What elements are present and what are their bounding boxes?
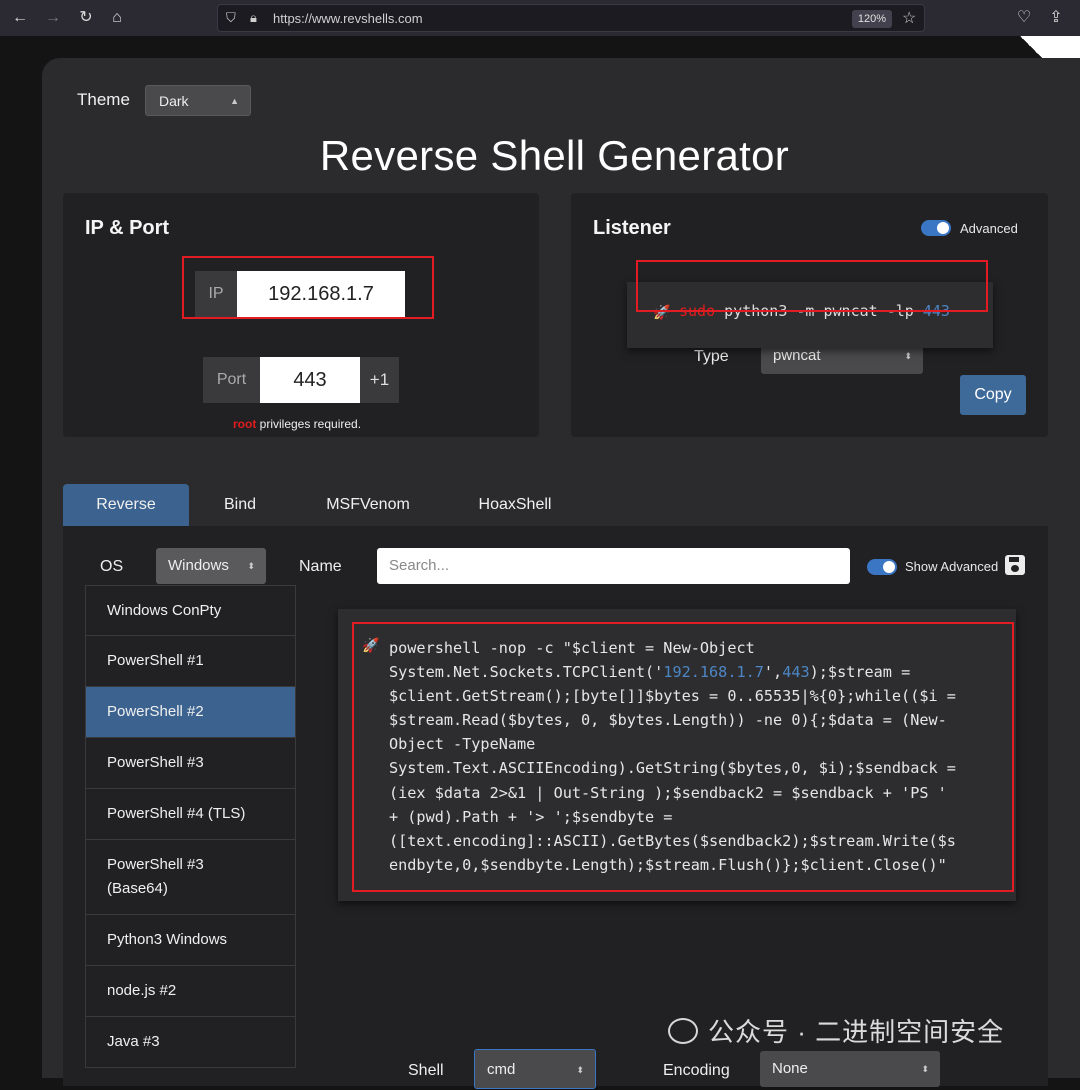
zoom-badge[interactable]: 120% xyxy=(852,10,892,28)
reverse-panel: OS Windows ⬍ Name Search... Show Advance… xyxy=(63,526,1048,1089)
port-label: Port xyxy=(203,357,260,403)
show-advanced-toggle[interactable] xyxy=(867,559,897,575)
theme-select[interactable]: Dark ▲ xyxy=(145,85,251,116)
shell-list-item[interactable]: Java #3 xyxy=(85,1017,296,1068)
shell-list-item[interactable]: Windows ConPty xyxy=(85,585,296,636)
theme-select-value: Dark xyxy=(159,93,189,109)
shell-list: Windows ConPty PowerShell #1 PowerShell #2… xyxy=(85,585,296,1068)
payload-highlight-box xyxy=(352,622,1014,892)
shell-list-item[interactable]: PowerShell #3 xyxy=(85,738,296,789)
save-icon[interactable] xyxy=(1005,555,1025,575)
shell-select[interactable]: cmd ⬍ xyxy=(474,1049,596,1089)
show-advanced-label: Show Advanced xyxy=(905,559,999,574)
back-icon[interactable]: ← xyxy=(9,7,31,29)
ip-input[interactable]: 192.168.1.7 xyxy=(237,271,405,317)
os-select[interactable]: Windows ⬍ xyxy=(156,548,266,584)
theme-label: Theme xyxy=(77,90,130,109)
forward-icon[interactable]: → xyxy=(42,7,64,29)
name-label: Name xyxy=(299,558,342,575)
pocket-icon[interactable]: ♡ xyxy=(1013,7,1035,29)
port-input[interactable]: 443 xyxy=(260,357,360,403)
lock-icon[interactable]: 🔒︎ xyxy=(250,10,257,26)
home-icon[interactable]: ⌂ xyxy=(106,7,128,29)
ip-input-group: IP 192.168.1.7 xyxy=(195,271,405,317)
ip-label: IP xyxy=(195,271,237,317)
browser-toolbar: ← → ↻ ⌂ ⛉ 🔒︎ https://www.revshells.com 1… xyxy=(0,0,1080,36)
shield-icon[interactable]: ⛉ xyxy=(226,10,236,26)
search-input[interactable]: Search... xyxy=(377,548,850,584)
tab-reverse[interactable]: Reverse xyxy=(63,484,189,526)
type-label: Type xyxy=(694,348,729,365)
listener-highlight-box xyxy=(636,260,988,312)
shell-list-item[interactable]: PowerShell #3 (Base64) xyxy=(85,840,296,915)
shell-list-item[interactable]: PowerShell #1 xyxy=(85,636,296,687)
shell-list-item[interactable]: node.js #2 xyxy=(85,966,296,1017)
address-bar[interactable]: ⛉ 🔒︎ https://www.revshells.com 120% ☆ xyxy=(217,4,925,32)
os-label: OS xyxy=(100,558,124,575)
main-card: Theme Dark ▲ Reverse Shell Generator IP … xyxy=(42,58,1080,1089)
watermark-text: 公众号 · 二进制空间安全 xyxy=(708,1017,1005,1047)
wechat-icon xyxy=(668,1018,698,1044)
page-title: Reverse Shell Generator xyxy=(319,132,790,179)
listener-title: Listener xyxy=(593,217,671,239)
type-select-value: pwncat xyxy=(773,347,821,364)
page: Theme Dark ▲ Reverse Shell Generator IP … xyxy=(0,36,1080,1089)
root-note-text: privileges required. xyxy=(256,417,362,431)
advanced-label: Advanced xyxy=(960,221,1018,236)
encoding-select-value: None xyxy=(772,1060,808,1077)
os-select-value: Windows xyxy=(168,557,229,574)
reload-icon[interactable]: ↻ xyxy=(75,7,97,29)
copy-button[interactable]: Copy xyxy=(960,375,1026,415)
tab-hoaxshell[interactable]: HoaxShell xyxy=(466,484,564,526)
tab-bind[interactable]: Bind xyxy=(202,484,278,526)
select-arrows-icon: ⬍ xyxy=(247,561,255,571)
url-text[interactable]: https://www.revshells.com xyxy=(273,11,423,26)
encoding-select[interactable]: None ⬍ xyxy=(760,1051,940,1087)
shell-list-item[interactable]: Python3 Windows xyxy=(85,915,296,966)
ip-port-title: IP & Port xyxy=(85,217,170,239)
shell-select-value: cmd xyxy=(487,1061,516,1078)
select-arrows-icon: ⬍ xyxy=(921,1064,929,1074)
port-increment-button[interactable]: +1 xyxy=(360,357,399,403)
tab-msfvenom[interactable]: MSFVenom xyxy=(314,484,422,526)
select-arrows-icon: ▲ xyxy=(230,96,239,106)
shell-list-item[interactable]: PowerShell #2 xyxy=(85,687,296,738)
shell-label: Shell xyxy=(408,1062,444,1079)
extensions-icon[interactable]: ⇪ xyxy=(1045,7,1067,29)
advanced-toggle[interactable] xyxy=(921,220,951,236)
ip-port-panel: IP & Port IP 192.168.1.7 Port 443 +1 roo… xyxy=(63,193,539,437)
port-input-group: Port 443 +1 xyxy=(203,357,399,403)
watermark: 公众号 · 二进制空间安全 xyxy=(668,1012,1004,1049)
select-arrows-icon: ⬍ xyxy=(576,1065,584,1075)
root-note: root privileges required. xyxy=(233,417,361,431)
encoding-label: Encoding xyxy=(663,1062,730,1079)
root-note-red: root xyxy=(233,417,257,431)
shell-list-item[interactable]: PowerShell #4 (TLS) xyxy=(85,789,296,840)
bookmark-star-icon[interactable]: ☆ xyxy=(902,8,916,28)
